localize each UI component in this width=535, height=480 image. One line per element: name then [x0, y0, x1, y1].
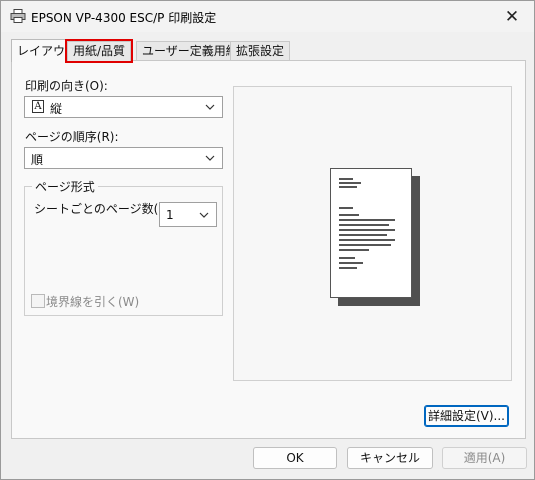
pages-per-sheet-value: 1: [166, 208, 174, 222]
draw-borders-label: 境界線を引く(W): [46, 295, 140, 309]
close-icon: ✕: [504, 6, 520, 27]
draw-borders-checkbox[interactable]: [31, 294, 45, 308]
page-order-value: 順: [31, 153, 44, 167]
advanced-settings-button[interactable]: 詳細設定(V)...: [424, 405, 509, 427]
window-title: EPSON VP-4300 ESC/P 印刷設定: [31, 11, 217, 25]
orientation-label: 印刷の向き(O):: [25, 79, 108, 93]
portrait-page-icon: A: [32, 100, 44, 113]
close-button[interactable]: ✕: [492, 1, 532, 32]
orientation-select[interactable]: A 縦: [24, 96, 223, 118]
page-order-select[interactable]: 順: [24, 147, 223, 169]
orientation-value: 縦: [50, 102, 63, 116]
pages-per-sheet-select[interactable]: 1: [159, 202, 217, 227]
page-order-label: ページの順序(R):: [25, 130, 119, 144]
cancel-button[interactable]: キャンセル: [347, 447, 433, 469]
tab-extended-settings[interactable]: 拡張設定: [230, 41, 291, 61]
page-format-title: ページ形式: [32, 178, 98, 195]
chevron-down-icon: [199, 212, 209, 218]
printer-icon: [10, 9, 26, 23]
chevron-down-icon: [205, 104, 215, 110]
ok-button[interactable]: OK: [253, 447, 337, 469]
tab-user-defined-paper[interactable]: ユーザー定義用紙: [136, 41, 244, 61]
tab-paper-quality[interactable]: 用紙/品質: [64, 39, 134, 63]
preview-paper-icon: [330, 168, 412, 298]
apply-button[interactable]: 適用(A): [442, 447, 527, 469]
chevron-down-icon: [205, 155, 215, 161]
pages-per-sheet-label: シートごとのページ数(S): [34, 202, 171, 216]
title-bar: EPSON VP-4300 ESC/P 印刷設定 ✕: [1, 1, 534, 32]
